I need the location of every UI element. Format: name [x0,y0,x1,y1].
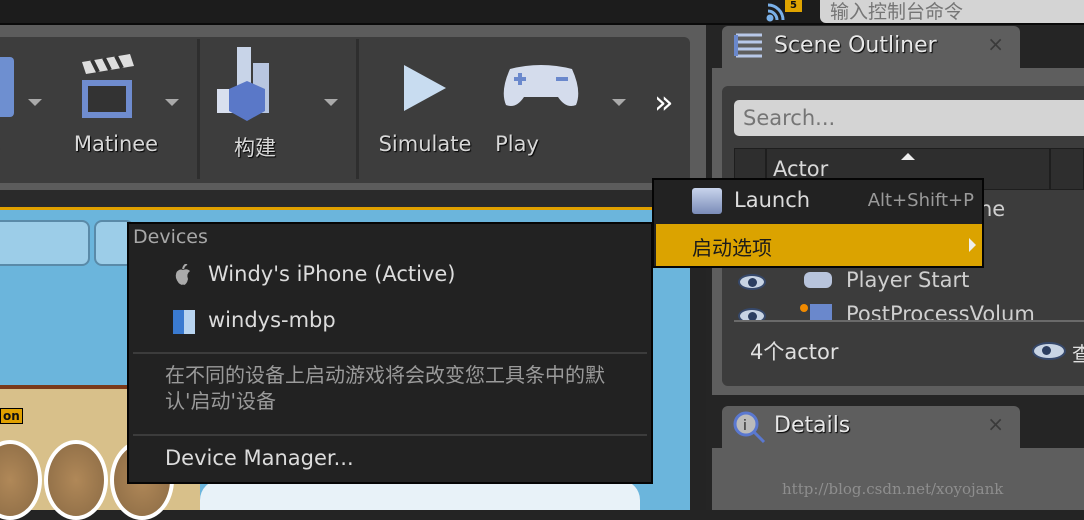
play-icon [404,65,446,111]
viewport-label: on [0,408,23,424]
menu-item-device-mbp[interactable]: windys-mbp [129,304,651,342]
notification-badge: 5 [785,0,802,12]
menu-item-label: windys-mbp [208,308,336,332]
details-panel [712,448,1084,510]
toolbar-label: ts [0,132,50,156]
toolbar-separator [356,39,359,179]
shortcut-label: Alt+Shift+P [867,190,974,211]
toolbar-button-matinee[interactable]: Matinee [66,37,166,183]
console-command-input[interactable] [820,0,1084,23]
apple-icon [175,264,190,285]
toolbar-label: Play [495,132,539,156]
viewport-transform-buttons[interactable] [0,220,90,266]
chevron-down-icon[interactable] [165,99,179,106]
tab-title: Details [774,413,851,438]
eye-icon [1032,342,1066,360]
launch-icon [692,188,722,214]
menu-section-header: Devices [133,226,208,248]
close-icon[interactable]: × [987,32,1004,56]
blueprint-icon [0,57,14,117]
toolbar-label: Matinee [73,132,159,156]
tab-details[interactable]: i Details × [722,406,1020,448]
outliner-search-input[interactable] [734,100,1084,136]
menu-separator [133,352,647,354]
status-dot-icon [800,304,808,312]
menu-note: 在不同的设备上启动游戏将会改变您工具条中的默认'启动'设备 [165,363,605,413]
menu-item-launch-options[interactable]: 启动选项 [656,224,982,266]
view-options-label: 查 [1072,342,1084,366]
column-divider [1049,148,1051,190]
menu-item-launch[interactable]: Launch Alt+Shift+P [656,182,982,222]
menu-separator [133,434,647,436]
eye-icon[interactable] [738,274,766,290]
launch-menu: Launch Alt+Shift+P 启动选项 [652,178,984,268]
devices-menu: Devices Windy's iPhone (Active) windys-m… [127,222,653,484]
toolbar-button-build[interactable]: 构建 [205,37,305,183]
build-icon [217,47,269,121]
chevron-right-icon [969,238,976,252]
tab-scene-outliner[interactable]: Scene Outliner × [722,26,1020,68]
chevron-down-icon[interactable] [324,99,338,106]
scene-egg [44,440,108,520]
menu-item-label: 启动选项 [692,236,772,260]
eye-icon[interactable] [738,308,766,320]
clapperboard-icon [82,54,134,118]
toolbar-button-blueprints[interactable]: ts [0,37,50,183]
divider [734,320,1084,322]
actor-count: 4个actor [750,340,839,364]
chevron-down-icon[interactable] [612,99,626,106]
close-icon[interactable]: × [987,412,1004,436]
chevron-down-icon[interactable] [28,99,42,106]
toolbar-button-play[interactable]: Play [492,37,592,183]
list-item[interactable]: Player Start [734,266,1084,298]
menu-item-device-manager[interactable]: Device Manager... [165,446,354,470]
list-item[interactable]: PostProcessVolum [734,300,1084,320]
menu-item-device-iphone[interactable]: Windy's iPhone (Active) [129,258,651,296]
toolbar: ts Matinee 构建 Simulate Play » [0,37,690,183]
svg-text:i: i [743,418,747,434]
volume-icon [810,304,832,320]
actor-name: PostProcessVolum [846,302,1035,320]
list-icon [734,33,762,58]
scene-cloud [200,480,640,510]
gamepad-icon [804,272,832,288]
menu-item-label: Windy's iPhone (Active) [208,262,456,286]
actor-name: Player Start [846,268,970,292]
menu-item-label: Launch [734,188,811,212]
toolbar-label: 构建 [234,136,276,160]
toolbar-separator [197,39,200,179]
tab-title: Scene Outliner [774,33,937,58]
finder-icon [173,310,195,334]
toolbar-overflow-button[interactable]: » [654,83,674,121]
toolbar-divider [0,190,706,208]
info-magnifier-icon: i [733,411,766,444]
sort-ascending-icon [901,153,915,160]
toolbar-button-simulate[interactable]: Simulate [372,37,478,183]
gamepad-icon [503,65,579,106]
watermark: http://blog.csdn.net/xoyojank [782,480,1004,498]
view-options-button[interactable]: 查 [1032,338,1084,366]
